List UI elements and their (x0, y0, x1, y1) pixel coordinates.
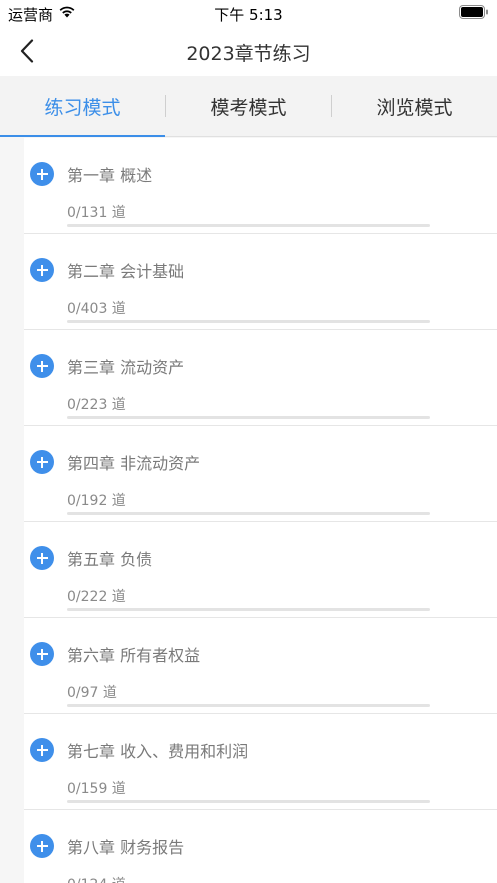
chapter-list[interactable]: 第一章 概述 0/131 道 第二章 会计基础 0/403 道 第三章 流动资产… (24, 138, 497, 883)
chapter-title: 第一章 概述 (67, 166, 153, 185)
chapter-item[interactable]: 第一章 概述 0/131 道 (24, 138, 497, 234)
chapter-progress-bar (67, 320, 430, 323)
chapter-question-count: 0/131 道 (67, 205, 126, 221)
plus-circle-icon[interactable] (30, 162, 54, 186)
chapter-question-count: 0/97 道 (67, 685, 117, 701)
plus-circle-icon[interactable] (30, 642, 54, 666)
plus-circle-icon[interactable] (30, 258, 54, 282)
chapter-progress-bar (67, 704, 430, 707)
chapter-item[interactable]: 第三章 流动资产 0/223 道 (24, 330, 497, 426)
chapter-progress-bar (67, 608, 430, 611)
chapter-title: 第七章 收入、费用和利润 (67, 742, 249, 761)
chapter-title: 第八章 财务报告 (67, 838, 185, 857)
chapter-title: 第三章 流动资产 (67, 358, 185, 377)
chapter-question-count: 0/124 道 (67, 874, 126, 883)
tab-mock-exam-mode[interactable]: 模考模式 (166, 76, 331, 136)
chapter-title: 第五章 负债 (67, 550, 153, 569)
chapter-progress-bar (67, 800, 430, 803)
plus-circle-icon[interactable] (30, 354, 54, 378)
chapter-item[interactable]: 第八章 财务报告 0/124 道 (24, 810, 497, 883)
chapter-progress-bar (67, 416, 430, 419)
chapter-title: 第四章 非流动资产 (67, 454, 201, 473)
page-title: 2023章节练习 (186, 43, 311, 65)
chapter-item[interactable]: 第四章 非流动资产 0/192 道 (24, 426, 497, 522)
plus-circle-icon[interactable] (30, 450, 54, 474)
plus-circle-icon[interactable] (30, 546, 54, 570)
tab-browse-mode[interactable]: 浏览模式 (332, 76, 497, 136)
chapter-question-count: 0/223 道 (67, 397, 126, 413)
chapter-progress-bar (67, 224, 430, 227)
chapter-item[interactable]: 第二章 会计基础 0/403 道 (24, 234, 497, 330)
chapter-question-count: 0/403 道 (67, 301, 126, 317)
plus-circle-icon[interactable] (30, 834, 54, 858)
chapter-item[interactable]: 第五章 负债 0/222 道 (24, 522, 497, 618)
chapter-title: 第二章 会计基础 (67, 262, 185, 281)
chapter-question-count: 0/159 道 (67, 781, 126, 797)
chapter-question-count: 0/192 道 (67, 493, 126, 509)
clock: 下午 5:13 (214, 6, 283, 24)
chapter-progress-bar (67, 512, 430, 515)
chapter-item[interactable]: 第六章 所有者权益 0/97 道 (24, 618, 497, 714)
chapter-title: 第六章 所有者权益 (67, 646, 201, 665)
plus-circle-icon[interactable] (30, 738, 54, 762)
navigation-bar: 2023章节练习 (0, 26, 497, 76)
chapter-question-count: 0/222 道 (67, 589, 126, 605)
tab-practice-mode[interactable]: 练习模式 (0, 76, 165, 137)
battery-icon (459, 5, 488, 19)
chapter-item[interactable]: 第七章 收入、费用和利润 0/159 道 (24, 714, 497, 810)
mode-tabs: 练习模式 模考模式 浏览模式 (0, 76, 497, 137)
status-bar: 运营商 下午 5:13 (0, 0, 497, 26)
